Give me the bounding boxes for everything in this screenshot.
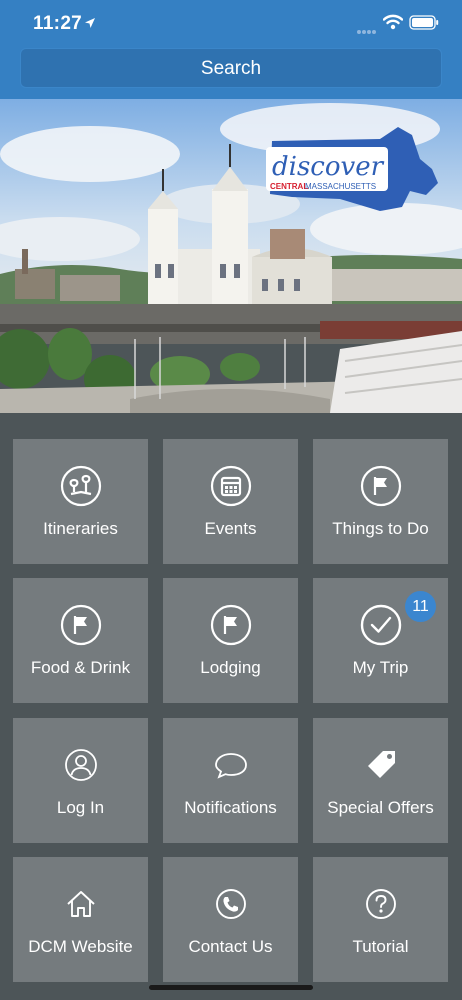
tag-icon xyxy=(313,743,448,787)
tile-things-to-do[interactable]: Things to Do xyxy=(313,439,448,564)
wifi-icon xyxy=(382,14,404,35)
my-trip-count-badge: 11 xyxy=(405,591,436,622)
hero-image: discover CENTRAL MASSACHUSETTS xyxy=(0,99,462,413)
tile-notifications[interactable]: Notifications xyxy=(163,718,298,843)
chat-bubble-icon xyxy=(163,743,298,787)
tile-label: Food & Drink xyxy=(30,658,131,677)
status-bar: 11:27 xyxy=(0,0,462,46)
search-button[interactable]: Search xyxy=(20,48,442,88)
tile-dcm-website[interactable]: DCM Website xyxy=(13,857,148,982)
user-icon xyxy=(13,743,148,787)
home-indicator[interactable] xyxy=(149,985,313,990)
phone-icon xyxy=(163,882,298,926)
tile-food-drink[interactable]: Food & Drink xyxy=(13,578,148,703)
tile-label: Log In xyxy=(56,798,105,817)
tile-tutorial[interactable]: Tutorial xyxy=(313,857,448,982)
tile-label: My Trip xyxy=(352,658,409,677)
flag-icon xyxy=(13,603,148,647)
tile-label: Notifications xyxy=(184,798,277,817)
tile-contact-us[interactable]: Contact Us xyxy=(163,857,298,982)
map-pins-icon xyxy=(13,464,148,508)
status-time: 11:27 xyxy=(33,13,83,34)
top-bar: 11:27 Search xyxy=(0,0,462,99)
tile-events[interactable]: Events xyxy=(163,439,298,564)
logo-subtext-right: MASSACHUSETTS xyxy=(305,182,376,191)
tile-itineraries[interactable]: Itineraries xyxy=(13,439,148,564)
tile-label: Special Offers xyxy=(327,798,434,817)
tile-log-in[interactable]: Log In xyxy=(13,718,148,843)
menu-grid: Itineraries Events Things to Do Food & D… xyxy=(0,413,462,1000)
tile-lodging[interactable]: Lodging xyxy=(163,578,298,703)
tile-label: DCM Website xyxy=(28,937,133,956)
tile-label: Lodging xyxy=(200,658,261,677)
flag-icon xyxy=(313,464,448,508)
logo-text: discover xyxy=(272,152,385,182)
tile-label: Events xyxy=(204,519,257,538)
home-icon xyxy=(13,882,148,926)
question-icon xyxy=(313,882,448,926)
tile-label: Tutorial xyxy=(352,937,409,956)
tile-special-offers[interactable]: Special Offers xyxy=(313,718,448,843)
calendar-icon xyxy=(163,464,298,508)
tile-label: Things to Do xyxy=(332,519,429,538)
logo-subtext-left: CENTRAL xyxy=(270,182,308,191)
tile-label: Contact Us xyxy=(188,937,273,956)
tile-label: Itineraries xyxy=(43,519,118,538)
battery-icon xyxy=(409,15,439,35)
location-arrow-icon xyxy=(84,16,96,34)
signal-icon xyxy=(356,22,378,40)
flag-icon xyxy=(163,603,298,647)
